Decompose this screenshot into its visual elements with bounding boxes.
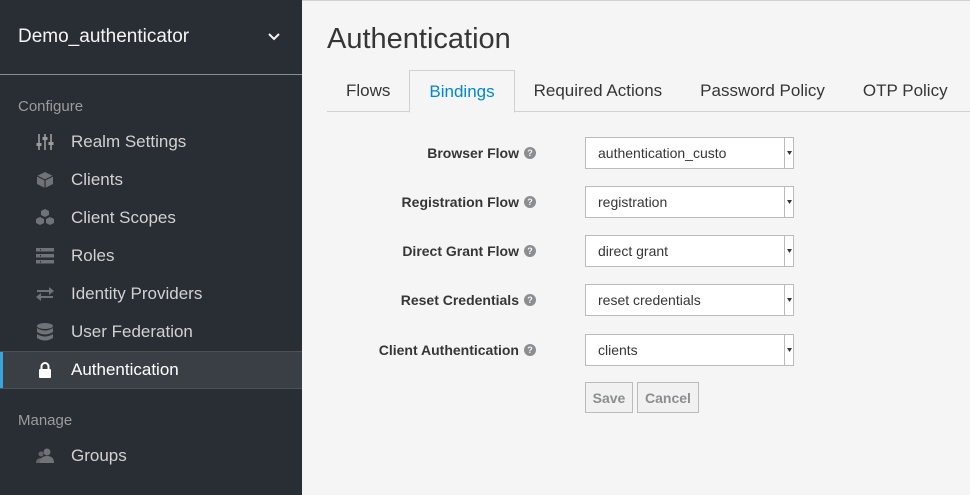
sidebar-item-user-federation[interactable]: User Federation: [0, 313, 302, 351]
help-icon[interactable]: ?: [524, 196, 536, 208]
sidebar-item-roles[interactable]: Roles: [0, 237, 302, 275]
main-content: Authentication Flows Bindings Required A…: [302, 0, 970, 495]
lock-icon: [35, 360, 55, 380]
tab-password-policy[interactable]: Password Policy: [681, 70, 844, 112]
sidebar-item-identity-providers[interactable]: Identity Providers: [0, 275, 302, 313]
sidebar-item-label: Identity Providers: [71, 284, 203, 303]
sidebar-item-label: Groups: [71, 446, 127, 465]
sidebar: Demo_authenticator Configure Realm Setti…: [0, 0, 302, 495]
form-row-reset-credentials: Reset Credentials ? reset credentials: [302, 284, 970, 316]
browser-flow-label-text: Browser Flow: [427, 145, 519, 161]
sliders-icon: [35, 132, 55, 152]
save-button[interactable]: Save: [585, 382, 633, 413]
cancel-button[interactable]: Cancel: [637, 382, 699, 413]
tab-bindings[interactable]: Bindings: [409, 70, 515, 113]
caret-down-icon: [784, 236, 793, 266]
registration-flow-select[interactable]: registration: [585, 186, 794, 218]
client-authentication-label: Client Authentication ?: [379, 334, 536, 366]
sidebar-item-label: Authentication: [71, 360, 179, 379]
reset-credentials-select[interactable]: reset credentials: [585, 284, 794, 316]
section-title-manage: Manage: [18, 412, 73, 429]
exchange-icon: [35, 284, 55, 304]
cube-icon: [35, 170, 55, 190]
caret-down-icon: [784, 335, 793, 365]
chevron-down-icon: [268, 33, 280, 41]
sidebar-item-label: Roles: [71, 246, 115, 265]
client-authentication-label-text: Client Authentication: [378, 342, 519, 358]
sidebar-item-client-scopes[interactable]: Client Scopes: [0, 199, 302, 237]
sidebar-item-label: Realm Settings: [71, 132, 187, 151]
browser-flow-label: Browser Flow ?: [427, 137, 536, 169]
help-icon[interactable]: ?: [524, 245, 536, 257]
client-authentication-select[interactable]: clients: [585, 334, 794, 366]
caret-down-icon: [784, 187, 793, 217]
caret-down-icon: [784, 285, 793, 315]
browser-flow-value: authentication_custo: [598, 145, 727, 161]
sidebar-item-clients[interactable]: Clients: [0, 161, 302, 199]
form-row-registration-flow: Registration Flow ? registration: [302, 186, 970, 218]
caret-down-icon: [784, 138, 793, 168]
section-title-configure: Configure: [18, 98, 84, 115]
direct-grant-flow-value: direct grant: [598, 243, 669, 259]
browser-flow-select[interactable]: authentication_custo: [585, 137, 794, 169]
page-title: Authentication: [327, 23, 511, 55]
tab-bar: Flows Bindings Required Actions Password…: [327, 70, 970, 113]
client-authentication-value: clients: [598, 342, 638, 358]
tab-required-actions[interactable]: Required Actions: [515, 70, 682, 112]
users-icon: [35, 446, 55, 466]
help-icon[interactable]: ?: [524, 294, 536, 306]
form-row-client-authentication: Client Authentication ? clients: [302, 334, 970, 366]
realm-selector[interactable]: Demo_authenticator: [0, 0, 302, 75]
help-icon[interactable]: ?: [524, 344, 536, 356]
form-row-direct-grant-flow: Direct Grant Flow ? direct grant: [302, 235, 970, 267]
direct-grant-flow-label: Direct Grant Flow ?: [402, 235, 536, 267]
direct-grant-flow-label-text: Direct Grant Flow: [402, 243, 519, 259]
tab-flows[interactable]: Flows: [327, 70, 409, 112]
reset-credentials-value: reset credentials: [598, 292, 701, 308]
sidebar-item-authentication[interactable]: Authentication: [0, 351, 302, 389]
list-icon: [35, 246, 55, 266]
registration-flow-label: Registration Flow ?: [402, 186, 536, 218]
sidebar-item-groups[interactable]: Groups: [0, 437, 302, 475]
help-icon[interactable]: ?: [524, 147, 536, 159]
cubes-icon: [35, 208, 55, 228]
sidebar-item-label: User Federation: [71, 322, 193, 341]
registration-flow-value: registration: [598, 194, 668, 210]
sidebar-item-realm-settings[interactable]: Realm Settings: [0, 123, 302, 161]
database-icon: [35, 322, 55, 342]
direct-grant-flow-select[interactable]: direct grant: [585, 235, 794, 267]
sidebar-item-label: Clients: [71, 170, 123, 189]
reset-credentials-label: Reset Credentials ?: [401, 284, 536, 316]
registration-flow-label-text: Registration Flow: [401, 194, 519, 210]
form-row-browser-flow: Browser Flow ? authentication_custo: [302, 137, 970, 169]
reset-credentials-label-text: Reset Credentials: [400, 292, 519, 308]
sidebar-item-label: Client Scopes: [71, 208, 176, 227]
tab-otp-policy[interactable]: OTP Policy: [844, 70, 967, 112]
realm-name: Demo_authenticator: [18, 26, 190, 47]
